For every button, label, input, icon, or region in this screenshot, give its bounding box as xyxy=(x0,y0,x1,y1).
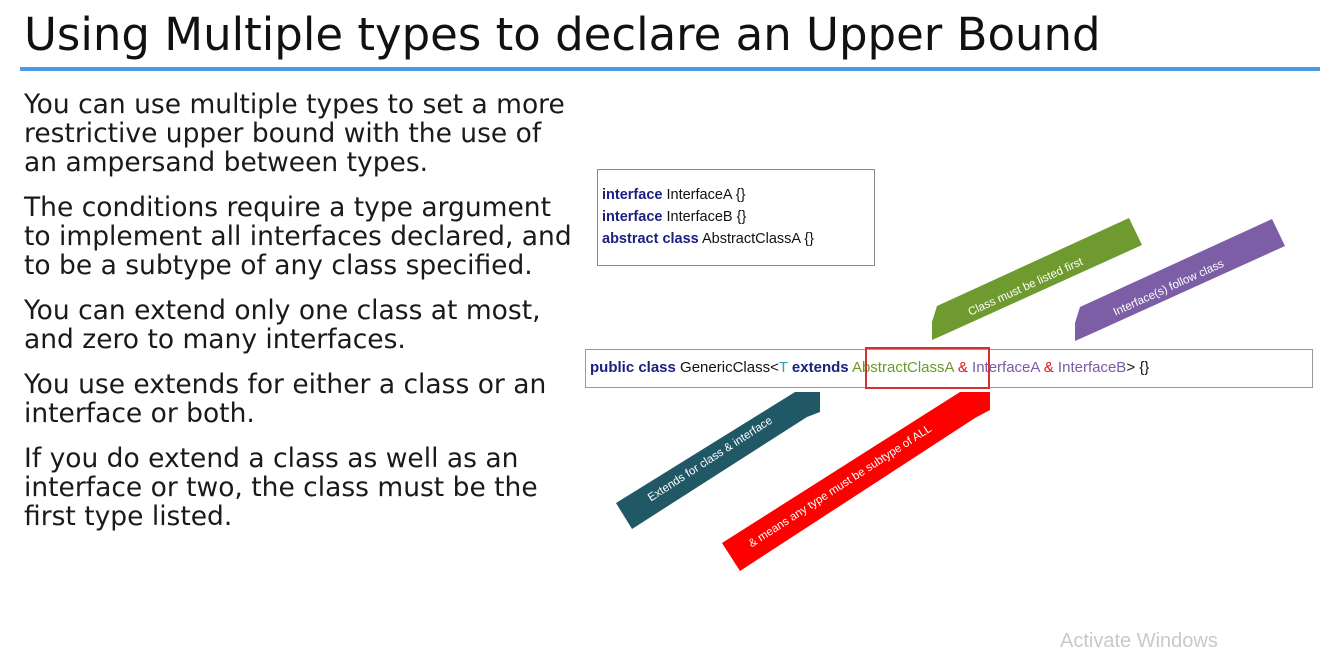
callout-label: & means any type must be subtype of ALL xyxy=(747,422,935,550)
callout-layer: Class must be listed first Interface(s) … xyxy=(616,218,1285,571)
callout-label: Extends for class & interface xyxy=(646,415,775,504)
activate-windows-watermark: Activate Windows xyxy=(1060,630,1218,652)
